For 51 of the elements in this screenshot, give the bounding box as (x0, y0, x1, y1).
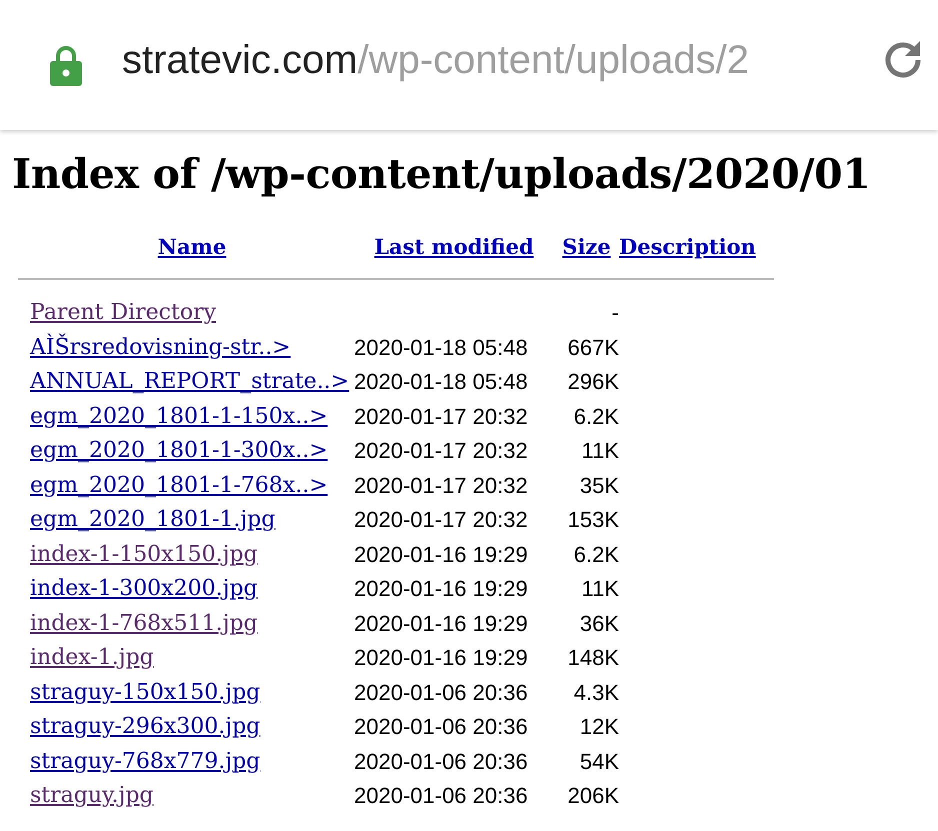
modified-column-header[interactable]: Last modified (374, 230, 534, 264)
file-size: 4.3K (574, 678, 619, 706)
file-size: 153K (568, 506, 619, 534)
file-link[interactable]: Parent Directory (30, 296, 216, 330)
file-size: 6.2K (574, 540, 619, 568)
file-link[interactable]: egm_2020_1801-1-768x..> (30, 468, 328, 503)
modified-date: 2020-01-17 20:32 (354, 402, 528, 430)
modified-date: 2020-01-16 19:29 (354, 610, 528, 638)
modified-date: 2020-01-16 19:29 (354, 540, 528, 568)
modified-date: 2020-01-17 20:32 (354, 506, 528, 534)
modified-date: 2020-01-06 20:36 (354, 748, 528, 776)
file-size: 667K (568, 334, 619, 362)
modified-date: 2020-01-06 20:36 (354, 782, 528, 810)
modified-date: 2020-01-17 20:32 (354, 437, 528, 465)
description-column-header[interactable]: Description (619, 230, 756, 264)
modified-date: 2020-01-18 05:48 (354, 368, 528, 396)
file-size: 11K (581, 437, 619, 465)
file-size: 148K (568, 644, 619, 672)
file-link[interactable]: straguy-296x300.jpg (30, 710, 260, 744)
file-size: 296K (568, 368, 619, 396)
modified-date: 2020-01-06 20:36 (354, 713, 528, 741)
file-link[interactable]: egm_2020_1801-1-300x..> (30, 434, 328, 468)
file-size: 36K (580, 610, 619, 638)
lock-icon (50, 44, 82, 86)
file-link[interactable]: egm_2020_1801-1-150x..> (30, 400, 328, 434)
file-size: 54K (580, 748, 619, 776)
file-link[interactable]: egm_2020_1801-1.jpg (30, 503, 276, 538)
file-link[interactable]: index-1.jpg (30, 641, 154, 676)
file-link[interactable]: index-1-150x150.jpg (30, 538, 258, 572)
file-link[interactable]: straguy.jpg (30, 779, 154, 814)
file-link[interactable]: index-1-300x200.jpg (30, 572, 258, 606)
modified-date: 2020-01-18 05:48 (354, 334, 528, 362)
file-size: 35K (580, 472, 619, 500)
file-size: 12K (580, 713, 619, 741)
file-link[interactable]: ANNUAL_REPORT_strate..> (30, 365, 350, 400)
name-column-header[interactable]: Name (158, 230, 226, 264)
size-column-header[interactable]: Size (562, 230, 611, 264)
file-size: 6.2K (574, 402, 619, 430)
modified-date: 2020-01-06 20:36 (354, 678, 528, 706)
file-link[interactable]: straguy-150x150.jpg (30, 676, 260, 710)
file-size: 206K (568, 782, 619, 810)
modified-date: 2020-01-16 19:29 (354, 575, 528, 603)
file-size: - (612, 299, 619, 327)
modified-date: 2020-01-17 20:32 (354, 472, 528, 500)
file-link[interactable]: straguy-768x779.jpg (30, 744, 260, 779)
file-size: 11K (581, 575, 619, 603)
url-field[interactable]: stratevic.com/wp-content/uploads/2 (122, 38, 749, 92)
modified-date: 2020-01-16 19:29 (354, 644, 528, 672)
file-link[interactable]: index-1-768x511.jpg (30, 606, 258, 641)
page-heading: Index of /wp-content/uploads/2020/01 (12, 149, 871, 200)
file-link[interactable]: AÌŠrsredovisning-str..> (30, 330, 291, 365)
